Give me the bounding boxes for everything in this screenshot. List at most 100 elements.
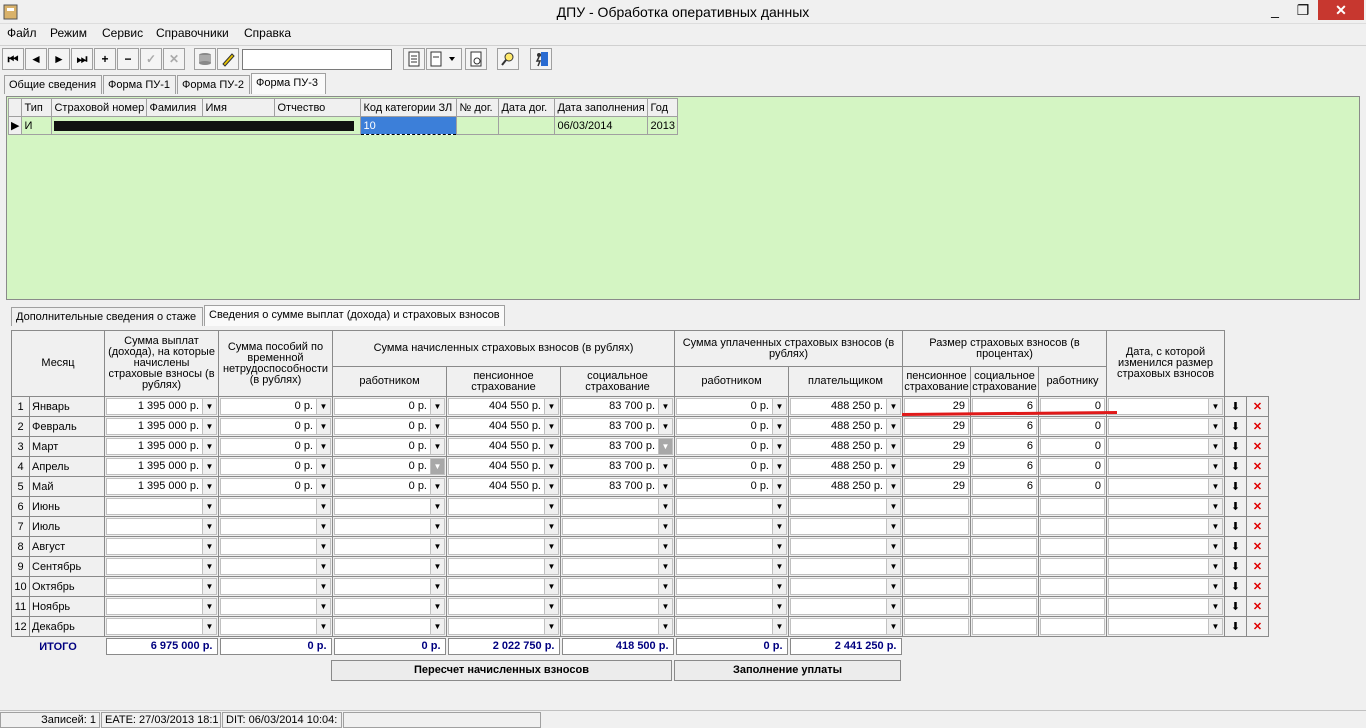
chevron-down-icon[interactable]: ▼ [430,619,444,634]
amount-value[interactable] [335,519,430,534]
cell-contract-date[interactable] [498,116,556,135]
arrow-down-icon[interactable]: ⬇ [1224,516,1247,537]
document-icon[interactable] [403,48,425,70]
date-combobox[interactable]: ▼ [1106,616,1225,637]
amount-combobox[interactable]: 0 р. ▼ [332,476,447,497]
amount-value[interactable] [449,579,544,594]
amount-combobox[interactable]: ▼ [446,616,561,637]
delete-icon[interactable]: ✕ [1246,496,1269,517]
chevron-down-icon[interactable]: ▼ [544,599,558,614]
chevron-down-icon[interactable]: ▼ [430,419,444,434]
chevron-down-icon[interactable]: ▼ [1208,559,1222,574]
amount-combobox[interactable]: ▼ [332,616,447,637]
chevron-down-icon[interactable]: ▼ [316,599,330,614]
amount-combobox[interactable]: ▼ [104,536,219,557]
chevron-down-icon[interactable]: ▼ [1208,579,1222,594]
amount-combobox[interactable]: 1 395 000 р. ▼ [104,416,219,437]
cell-contract-no[interactable] [456,116,500,135]
chevron-down-icon[interactable]: ▼ [430,599,444,614]
amount-combobox[interactable]: 0 р. ▼ [674,416,789,437]
chevron-down-icon[interactable]: ▼ [544,419,558,434]
rate-field[interactable] [970,596,1039,617]
chevron-down-icon[interactable]: ▼ [1208,519,1222,534]
amount-value[interactable] [107,599,202,614]
col-name[interactable]: Имя [202,98,276,117]
amount-value[interactable] [449,599,544,614]
recalculate-button[interactable]: Пересчет начисленных взносов [331,660,672,681]
amount-combobox[interactable]: 0 р. ▼ [218,436,333,457]
amount-value[interactable]: 404 550 р. [449,459,544,474]
chevron-down-icon[interactable]: ▼ [886,399,900,414]
amount-combobox[interactable]: 488 250 р. ▼ [788,476,903,497]
amount-combobox[interactable]: ▼ [332,496,447,517]
amount-value[interactable] [107,579,202,594]
amount-value[interactable]: 0 р. [335,459,430,474]
amount-value[interactable] [677,579,772,594]
rate-field[interactable] [1038,596,1107,617]
chevron-down-icon[interactable]: ▼ [430,399,444,414]
amount-value[interactable]: 0 р. [221,399,316,414]
rate-field[interactable] [970,556,1039,577]
amount-combobox[interactable]: 404 550 р. ▼ [446,476,561,497]
chevron-down-icon[interactable]: ▼ [316,419,330,434]
chevron-down-icon[interactable]: ▼ [658,579,672,594]
chevron-down-icon[interactable]: ▼ [772,499,786,514]
amount-combobox[interactable]: ▼ [674,576,789,597]
tab-payments-contributions[interactable]: Сведения о сумме выплат (дохода) и страх… [204,305,505,326]
amount-value[interactable]: 404 550 р. [449,479,544,494]
amount-value[interactable]: 1 395 000 р. [107,419,202,434]
rate-field[interactable] [1038,536,1107,557]
date-combobox[interactable]: ▼ [1106,576,1225,597]
amount-value[interactable]: 0 р. [677,459,772,474]
chevron-down-icon[interactable]: ▼ [316,439,330,454]
date-combobox[interactable]: ▼ [1106,536,1225,557]
chevron-down-icon[interactable]: ▼ [544,619,558,634]
amount-combobox[interactable]: 83 700 р. ▼ [560,456,675,477]
chevron-down-icon[interactable]: ▼ [544,579,558,594]
amount-value[interactable] [335,579,430,594]
amount-value[interactable]: 488 250 р. [791,439,886,454]
exit-icon[interactable] [530,48,552,70]
chevron-down-icon[interactable]: ▼ [658,459,672,474]
rate-field[interactable]: 6 [970,456,1039,477]
amount-value[interactable] [677,559,772,574]
chevron-down-icon[interactable]: ▼ [316,619,330,634]
amount-value[interactable] [677,499,772,514]
amount-value[interactable]: 83 700 р. [563,479,658,494]
amount-value[interactable] [563,519,658,534]
delete-icon[interactable]: ✕ [1246,516,1269,537]
menu-service[interactable]: Сервис [102,26,143,40]
amount-combobox[interactable]: ▼ [788,596,903,617]
rate-field[interactable] [1038,556,1107,577]
amount-combobox[interactable]: 0 р. ▼ [332,436,447,457]
last-record-button[interactable]: ⏭ [71,48,93,70]
amount-value[interactable]: 0 р. [677,399,772,414]
amount-value[interactable]: 0 р. [677,439,772,454]
chevron-down-icon[interactable]: ▼ [658,479,672,494]
amount-value[interactable]: 404 550 р. [449,419,544,434]
arrow-down-icon[interactable]: ⬇ [1224,476,1247,497]
amount-value[interactable] [449,539,544,554]
amount-value[interactable]: 0 р. [221,439,316,454]
menu-mode[interactable]: Режим [50,26,87,40]
amount-combobox[interactable]: ▼ [218,516,333,537]
amount-value[interactable]: 0 р. [221,419,316,434]
amount-combobox[interactable]: ▼ [218,596,333,617]
amount-combobox[interactable]: 0 р. ▼ [218,456,333,477]
amount-value[interactable] [791,619,886,634]
chevron-down-icon[interactable]: ▼ [772,399,786,414]
chevron-down-icon[interactable]: ▼ [544,539,558,554]
amount-combobox[interactable]: ▼ [446,556,561,577]
col-patronymic[interactable]: Отчество [274,98,362,117]
delete-icon[interactable]: ✕ [1246,556,1269,577]
rate-field[interactable] [970,496,1039,517]
amount-combobox[interactable]: ▼ [218,576,333,597]
chevron-down-icon[interactable]: ▼ [772,419,786,434]
database-icon[interactable] [194,48,216,70]
search-input[interactable] [242,49,392,70]
rate-field[interactable]: 6 [970,416,1039,437]
chevron-down-icon[interactable]: ▼ [430,519,444,534]
arrow-down-icon[interactable]: ⬇ [1224,436,1247,457]
amount-combobox[interactable]: 0 р. ▼ [218,396,333,417]
amount-combobox[interactable]: ▼ [560,556,675,577]
